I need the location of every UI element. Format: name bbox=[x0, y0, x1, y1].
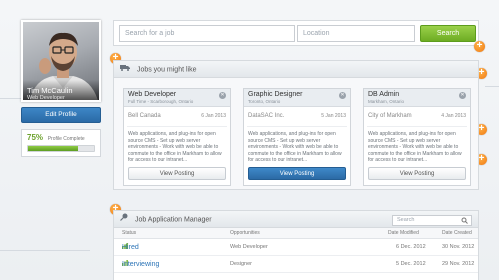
manager-panel-title: Job Application Manager bbox=[134, 216, 212, 224]
row-status-label: Interviewing bbox=[122, 261, 160, 268]
job-date: 6 Jan 2013 bbox=[201, 113, 226, 119]
profile-role: Web Developer bbox=[27, 95, 65, 101]
job-card: Graphic Designer Toronto, Ontario ✕ Data… bbox=[243, 88, 351, 186]
job-company: City of Markham bbox=[368, 113, 412, 119]
view-posting-button[interactable]: View Posting bbox=[368, 167, 466, 180]
profile-name: Tim McCaulin bbox=[27, 86, 73, 95]
row-date-created: 30 Nov. 2012 bbox=[442, 244, 475, 250]
row-date-created: 29 Nov. 2012 bbox=[442, 261, 475, 267]
close-icon[interactable]: ✕ bbox=[459, 92, 466, 99]
job-title[interactable]: Web Developer bbox=[128, 91, 226, 98]
row-opportunity: Designer bbox=[230, 261, 253, 267]
truck-icon bbox=[120, 61, 130, 78]
table-row[interactable]: Hired Web Developer 6 Dec. 2012 30 Nov. … bbox=[114, 239, 478, 256]
job-card-header: Web Developer Full Time - Scarborough, O… bbox=[124, 89, 230, 107]
job-card-header: Graphic Designer Toronto, Ontario ✕ bbox=[244, 89, 350, 107]
column-header-status[interactable]: Status bbox=[122, 228, 136, 239]
column-header-date-created[interactable]: Date Created bbox=[442, 228, 472, 239]
view-posting-button[interactable]: View Posting bbox=[128, 167, 226, 180]
profile-complete-box: 75% Profile Complete bbox=[21, 129, 101, 157]
jobs-panel-header: Jobs you might like bbox=[114, 61, 478, 78]
row-date-modified: 6 Dec. 2012 bbox=[396, 244, 426, 250]
job-card: DB Admin Markham, Ontario ✕ City of Mark… bbox=[363, 88, 471, 186]
table-row[interactable]: Interviewing Designer 5 Dec. 2012 29 Nov… bbox=[114, 256, 478, 273]
job-subtitle: Toronto, Ontario bbox=[248, 99, 281, 104]
job-subtitle: Full Time - Scarborough, Ontario bbox=[128, 99, 194, 104]
jobs-panel-title: Jobs you might like bbox=[136, 66, 197, 74]
row-opportunity: Web Developer bbox=[230, 244, 268, 250]
job-cards-row: Web Developer Full Time - Scarborough, O… bbox=[123, 88, 471, 186]
job-date: 4 Jan 2013 bbox=[441, 113, 466, 119]
job-company: DataSAC Inc. bbox=[248, 113, 285, 119]
edit-profile-button[interactable]: Edit Profile bbox=[21, 107, 101, 123]
job-card-header: DB Admin Markham, Ontario ✕ bbox=[364, 89, 470, 107]
profile-complete-label: Profile Complete bbox=[47, 136, 85, 142]
manager-search-placeholder: Search bbox=[397, 217, 415, 223]
row-date-modified: 5 Dec. 2012 bbox=[396, 261, 426, 267]
close-icon[interactable]: ✕ bbox=[339, 92, 346, 99]
pin-icon bbox=[120, 211, 128, 228]
column-header-date-modified[interactable]: Date Modified bbox=[388, 228, 419, 239]
job-search-input[interactable]: Search for a job bbox=[119, 25, 295, 42]
manager-panel-header: Job Application Manager Search bbox=[114, 211, 478, 228]
job-meta: City of Markham 4 Jan 2013 bbox=[367, 107, 467, 127]
job-description: Web applications, and plug-ins for open … bbox=[128, 131, 222, 163]
manager-table-header: Status Opportunities Date Modified Date … bbox=[114, 228, 478, 239]
job-application-manager-panel: Job Application Manager Search Status Op… bbox=[113, 210, 479, 280]
page-divider-line bbox=[0, 250, 90, 251]
location-input[interactable]: Location bbox=[297, 25, 415, 42]
search-icon[interactable] bbox=[461, 217, 468, 228]
column-header-opportunities[interactable]: Opportunities bbox=[230, 228, 260, 239]
search-button[interactable]: Search bbox=[420, 25, 476, 42]
job-description: Web applications, and plug-ins for open … bbox=[368, 131, 462, 163]
profile-photo-card[interactable]: Tim McCaulin Web Developer bbox=[21, 20, 101, 102]
page-divider-line bbox=[485, 86, 499, 87]
close-icon[interactable]: ✕ bbox=[219, 92, 226, 99]
profile-progress-track bbox=[27, 145, 95, 152]
job-title[interactable]: DB Admin bbox=[368, 91, 466, 98]
row-status-label: Hired bbox=[122, 244, 139, 251]
job-company: Bell Canada bbox=[128, 113, 161, 119]
manager-search-input[interactable]: Search bbox=[392, 215, 472, 226]
add-icon[interactable]: + bbox=[474, 41, 485, 52]
profile-name-overlay: Tim McCaulin Web Developer bbox=[23, 80, 99, 100]
page-divider-line bbox=[0, 98, 21, 99]
job-date: 5 Jan 2013 bbox=[321, 113, 346, 119]
search-panel: Search for a job Location Search bbox=[113, 20, 479, 46]
profile-complete-percent: 75% bbox=[27, 133, 44, 142]
job-meta: Bell Canada 6 Jan 2013 bbox=[127, 107, 227, 127]
job-subtitle: Markham, Ontario bbox=[368, 99, 405, 104]
job-card: Web Developer Full Time - Scarborough, O… bbox=[123, 88, 231, 186]
profile-progress-fill bbox=[28, 146, 78, 151]
job-meta: DataSAC Inc. 5 Jan 2013 bbox=[247, 107, 347, 127]
view-posting-button[interactable]: View Posting bbox=[248, 167, 346, 180]
job-title[interactable]: Graphic Designer bbox=[248, 91, 346, 98]
jobs-you-might-like-panel: Jobs you might like Web Developer Full T… bbox=[113, 60, 479, 190]
job-description: Web applications, and plug-ins for open … bbox=[248, 131, 342, 163]
